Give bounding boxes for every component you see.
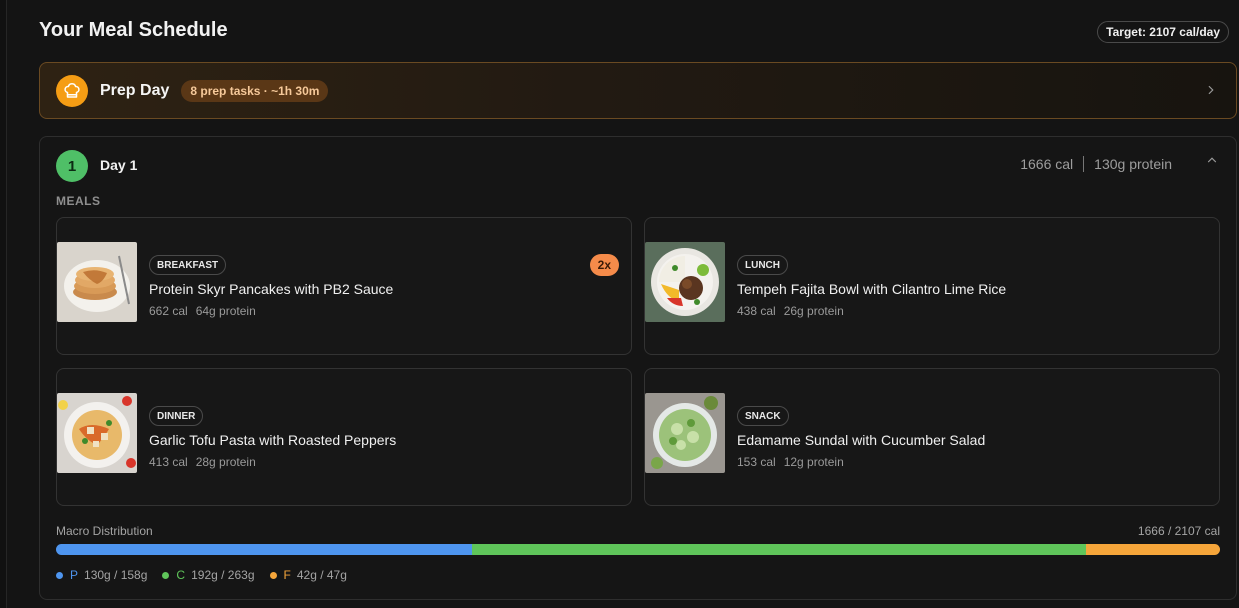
day-number-badge: 1 (56, 150, 88, 182)
chevron-up-icon[interactable] (1205, 153, 1219, 172)
meal-name: Edamame Sundal with Cucumber Salad (737, 432, 986, 448)
meal-type-badge: LUNCH (737, 255, 788, 275)
meal-nutrition: 662 cal 64g protein (149, 304, 256, 318)
chef-hat-icon (56, 74, 88, 107)
meal-type-badge: DINNER (149, 406, 204, 426)
day-protein: 130g protein (1094, 156, 1172, 172)
legend-fat: F 42g / 47g (269, 568, 347, 582)
day-card: 1 Day 1 1666 cal 130g protein MEALS BREA… (39, 136, 1237, 600)
meal-name: Tempeh Fajita Bowl with Cilantro Lime Ri… (737, 281, 1007, 297)
meal-protein: 64g protein (195, 304, 256, 318)
day-stats: 1666 cal 130g protein (1020, 156, 1172, 172)
meal-calories: 413 cal (149, 455, 188, 469)
macro-legend: P 130g / 158g C 192g / 263g F 42g / 47g (56, 568, 362, 582)
day-calories: 1666 cal (1020, 156, 1074, 172)
meal-type-badge: BREAKFAST (149, 255, 227, 275)
day-title[interactable]: Day 1 (100, 157, 137, 173)
meal-schedule-panel: Your Meal Schedule Target: 2107 cal/day … (6, 0, 1239, 608)
meal-nutrition: 438 cal 26g protein (737, 304, 844, 318)
carbs-key: C (176, 568, 186, 582)
fat-key: F (283, 568, 291, 582)
meal-image-pancakes (57, 242, 137, 322)
prep-day-banner[interactable]: Prep Day 8 prep tasks · ~1h 30m (39, 62, 1237, 119)
meal-calories: 438 cal (737, 304, 776, 318)
macro-bar-protein (56, 544, 472, 555)
meal-card-dinner[interactable]: DINNER Garlic Tofu Pasta with Roasted Pe… (56, 368, 632, 506)
protein-amount: 130g / 158g (84, 568, 148, 582)
calorie-target-badge: Target: 2107 cal/day (1097, 21, 1229, 43)
carbs-amount: 192g / 263g (191, 568, 255, 582)
meal-protein: 28g protein (195, 455, 256, 469)
meal-name: Garlic Tofu Pasta with Roasted Peppers (149, 432, 397, 448)
stats-divider (1083, 156, 1085, 172)
macro-distribution-label: Macro Distribution (56, 524, 153, 538)
prep-day-title: Prep Day (100, 81, 170, 99)
fat-dot-icon (269, 571, 277, 579)
meal-protein: 26g protein (783, 304, 844, 318)
meal-image-fajita-bowl (645, 242, 725, 322)
meal-card-snack[interactable]: SNACK Edamame Sundal with Cucumber Salad… (644, 368, 1220, 506)
carbs-dot-icon (162, 571, 170, 579)
fat-amount: 42g / 47g (296, 568, 347, 582)
macro-bar-fat (1086, 544, 1220, 555)
protein-key: P (70, 568, 79, 582)
meal-card-breakfast[interactable]: BREAKFAST 2x Protein Skyr Pancakes with … (56, 217, 632, 355)
macro-bar-carbs (471, 544, 1087, 555)
chevron-right-icon[interactable] (1204, 83, 1218, 102)
page-title: Your Meal Schedule (39, 19, 228, 41)
meal-card-lunch[interactable]: LUNCH Tempeh Fajita Bowl with Cilantro L… (644, 217, 1220, 355)
meals-section-label: MEALS (56, 194, 101, 208)
prep-tasks-badge: 8 prep tasks · ~1h 30m (181, 79, 329, 102)
macro-calorie-total: 1666 / 2107 cal (1137, 524, 1220, 538)
meal-nutrition: 413 cal 28g protein (149, 455, 256, 469)
meal-name: Protein Skyr Pancakes with PB2 Sauce (149, 281, 394, 297)
meal-image-edamame-salad (645, 393, 725, 473)
meal-calories: 662 cal (149, 304, 188, 318)
legend-carbs: C 192g / 263g (162, 568, 255, 582)
meal-image-tofu-pasta (57, 393, 137, 473)
macro-distribution-bar (56, 544, 1220, 555)
meal-type-badge: SNACK (737, 406, 789, 426)
protein-dot-icon (56, 571, 63, 579)
serving-multiplier-badge: 2x (589, 254, 619, 276)
meal-protein: 12g protein (783, 455, 844, 469)
legend-protein: P 130g / 158g (56, 568, 147, 582)
meal-calories: 153 cal (737, 455, 776, 469)
meal-nutrition: 153 cal 12g protein (737, 455, 844, 469)
